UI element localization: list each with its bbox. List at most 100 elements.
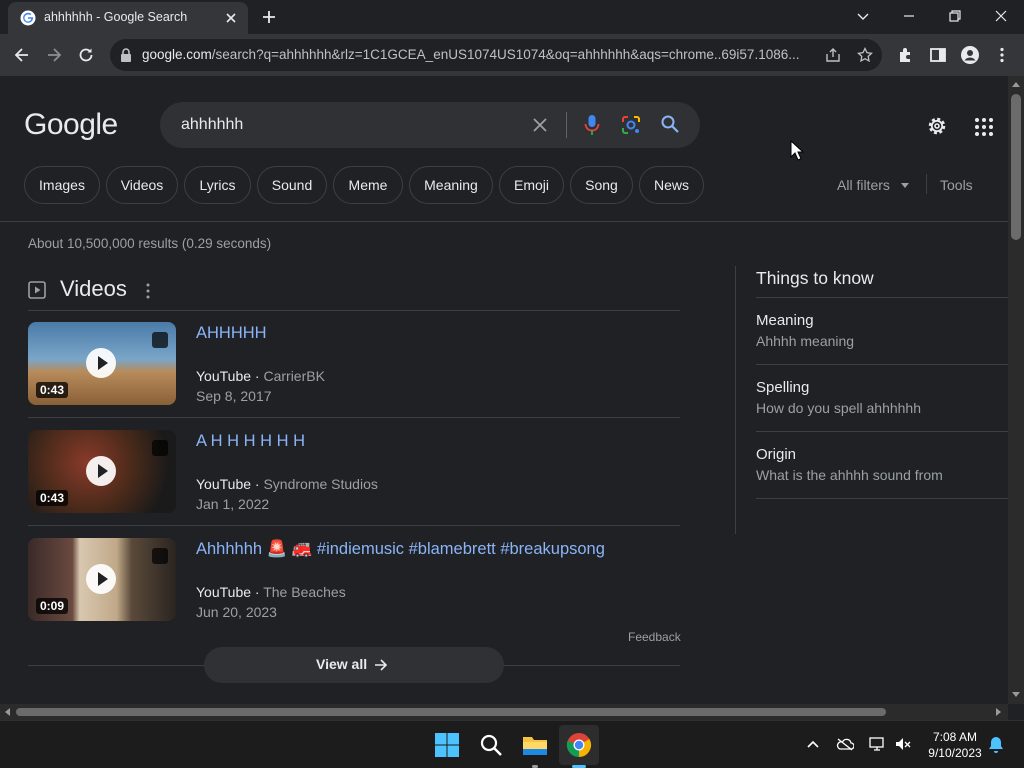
network-icon[interactable]: [868, 736, 886, 752]
ttk-item-title: Meaning: [756, 312, 814, 329]
ttk-item-spelling[interactable]: Spelling How do you spell ahhhhhh: [756, 379, 1008, 416]
ttk-item-meaning[interactable]: Meaning Ahhhh meaning: [756, 312, 1008, 349]
forward-icon[interactable]: [44, 45, 64, 65]
chip-images[interactable]: Images: [24, 166, 100, 204]
play-icon[interactable]: [86, 456, 116, 486]
videos-heading: Videos: [60, 276, 127, 301]
play-icon[interactable]: [86, 564, 116, 594]
apps-icon[interactable]: [974, 117, 994, 137]
scrollbar-thumb[interactable]: [16, 708, 886, 716]
minimize-icon[interactable]: [898, 6, 920, 26]
reload-icon[interactable]: [76, 45, 96, 65]
video-thumbnail[interactable]: 0:09: [28, 538, 176, 621]
search-box[interactable]: ahhhhhh: [160, 102, 700, 148]
video-thumbnail[interactable]: 0:43: [28, 430, 176, 513]
video-result-1[interactable]: 0:43 AHHHHH YouTube · CarrierBK Sep 8, 2…: [28, 322, 680, 412]
panel-divider: [735, 266, 736, 534]
taskbar-search-icon[interactable]: [475, 729, 507, 761]
lens-icon[interactable]: [620, 114, 642, 136]
video-source: YouTube · Syndrome Studios: [196, 476, 378, 492]
video-title[interactable]: Ahhhhhh 🚨 🚒 #indiemusic #blamebrett #bre…: [196, 540, 605, 559]
file-explorer-icon[interactable]: [519, 729, 551, 761]
divider: [756, 297, 1008, 298]
bell-icon[interactable]: [988, 736, 1004, 754]
onedrive-icon[interactable]: [836, 737, 854, 751]
tools-button[interactable]: Tools: [940, 177, 973, 193]
video-title[interactable]: A H H H H H H: [196, 432, 305, 451]
expand-icon[interactable]: [152, 332, 168, 348]
chrome-icon[interactable]: [563, 729, 595, 761]
search-box-divider: [566, 112, 567, 138]
window-close-icon[interactable]: [990, 6, 1012, 26]
tab-close-icon[interactable]: [224, 11, 238, 25]
chip-emoji[interactable]: Emoji: [499, 166, 564, 204]
windows-start-icon[interactable]: [431, 729, 463, 761]
play-icon[interactable]: [86, 348, 116, 378]
all-filters-label: All filters: [837, 177, 890, 193]
video-result-2[interactable]: 0:43 A H H H H H H YouTube · Syndrome St…: [28, 430, 680, 520]
scroll-up-icon[interactable]: [1012, 82, 1020, 87]
star-icon[interactable]: [857, 47, 873, 63]
scroll-left-icon[interactable]: [5, 708, 10, 716]
all-filters-button[interactable]: All filters: [837, 177, 909, 193]
video-date: Jun 20, 2023: [196, 604, 277, 620]
expand-icon[interactable]: [152, 440, 168, 456]
video-duration: 0:09: [36, 598, 69, 614]
chip-videos[interactable]: Videos: [106, 166, 178, 204]
restore-icon[interactable]: [944, 6, 966, 26]
mic-icon[interactable]: [582, 114, 602, 136]
ttk-item-subtitle: What is the ahhhh sound from: [756, 467, 943, 483]
video-source: YouTube · The Beaches: [196, 584, 346, 600]
chip-news[interactable]: News: [639, 166, 704, 204]
chip-meme[interactable]: Meme: [333, 166, 403, 204]
video-date: Sep 8, 2017: [196, 388, 272, 404]
google-logo[interactable]: Google: [24, 108, 118, 142]
share-icon[interactable]: [825, 47, 841, 63]
view-all-button[interactable]: View all: [204, 647, 504, 683]
profile-icon[interactable]: [960, 45, 980, 65]
clear-icon[interactable]: [532, 117, 548, 133]
extensions-icon[interactable]: [896, 45, 916, 65]
scroll-right-icon[interactable]: [996, 708, 1001, 716]
expand-icon[interactable]: [152, 548, 168, 564]
back-icon[interactable]: [12, 45, 32, 65]
scroll-down-icon[interactable]: [1012, 692, 1020, 697]
chevron-up-icon[interactable]: [806, 739, 820, 749]
gear-icon[interactable]: [926, 115, 948, 137]
browser-tab-active[interactable]: ahhhhhh - Google Search: [8, 2, 248, 34]
video-source: YouTube · CarrierBK: [196, 368, 325, 384]
new-tab-plus-icon[interactable]: [260, 8, 278, 26]
video-platform: YouTube: [196, 476, 252, 492]
tab-title: ahhhhhh - Google Search: [44, 10, 188, 24]
video-title[interactable]: AHHHHH: [196, 324, 267, 343]
taskbar-clock[interactable]: 7:08 AM 9/10/2023: [920, 729, 990, 761]
chip-lyrics[interactable]: Lyrics: [184, 166, 251, 204]
clock-date: 9/10/2023: [928, 746, 982, 760]
browser-toolbar: google.com/search?q=ahhhhhh&rlz=1C1GCEA_…: [0, 34, 1024, 76]
video-thumbnail[interactable]: 0:43: [28, 322, 176, 405]
lock-icon[interactable]: [120, 48, 132, 62]
windows-taskbar: 7:08 AM 9/10/2023: [0, 720, 1024, 768]
more-options-icon[interactable]: [146, 283, 150, 299]
video-date: Jan 1, 2022: [196, 496, 270, 512]
url-text[interactable]: google.com/search?q=ahhhhhh&rlz=1C1GCEA_…: [142, 47, 822, 62]
vertical-scrollbar[interactable]: [1008, 76, 1024, 704]
tab-search-chevron-down-icon[interactable]: [852, 6, 874, 26]
ttk-item-origin[interactable]: Origin What is the ahhhh sound from: [756, 446, 1008, 483]
chip-meaning[interactable]: Meaning: [409, 166, 493, 204]
scrollbar-thumb[interactable]: [1011, 94, 1021, 240]
volume-muted-icon[interactable]: [894, 736, 912, 752]
things-to-know-heading: Things to know: [756, 268, 874, 288]
side-panel-icon[interactable]: [928, 45, 948, 65]
chip-song[interactable]: Song: [570, 166, 633, 204]
feedback-link[interactable]: Feedback: [628, 630, 681, 644]
video-channel: The Beaches: [263, 584, 346, 600]
search-icon[interactable]: [660, 114, 680, 134]
menu-icon[interactable]: [992, 45, 1012, 65]
video-result-3[interactable]: 0:09 Ahhhhhh 🚨 🚒 #indiemusic #blamebrett…: [28, 538, 680, 628]
search-input[interactable]: ahhhhhh: [181, 116, 243, 134]
chip-sound[interactable]: Sound: [257, 166, 327, 204]
video-channel: Syndrome Studios: [263, 476, 378, 492]
horizontal-scrollbar[interactable]: [0, 704, 1008, 720]
address-bar[interactable]: google.com/search?q=ahhhhhh&rlz=1C1GCEA_…: [110, 39, 882, 71]
